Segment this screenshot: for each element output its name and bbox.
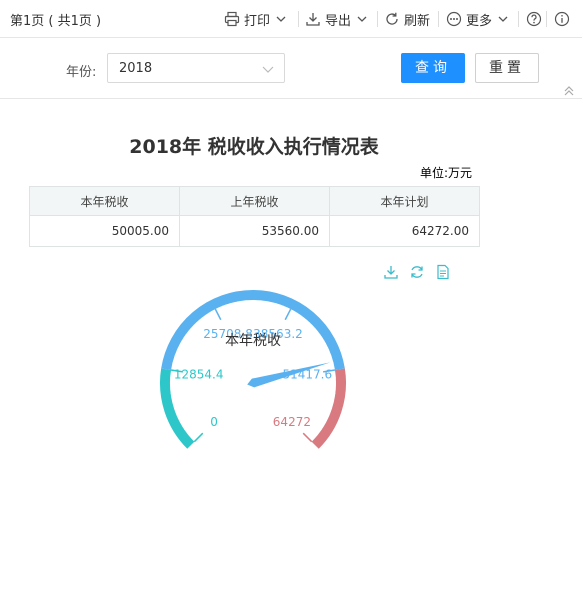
column-header: 本年税收	[29, 186, 180, 216]
more-label: 更多	[466, 13, 493, 29]
gauge-tick	[328, 399, 335, 402]
gauge-tick	[325, 354, 332, 358]
gauge-tick	[326, 406, 333, 410]
gauge-tick-label: 64272	[273, 415, 311, 429]
refresh-button[interactable]: 刷新	[384, 9, 430, 29]
gauge-tick	[310, 327, 316, 333]
gauge-tick	[181, 340, 187, 345]
save-image-icon[interactable]	[383, 264, 399, 284]
gauge-tick	[195, 322, 201, 328]
info-icon	[554, 11, 570, 27]
gauge-tick	[171, 399, 178, 402]
toolbar-divider	[518, 11, 519, 27]
column-header: 上年税收	[179, 186, 330, 216]
report-title: 2018年 税收收入执行情况表	[129, 136, 379, 158]
gauge-tick	[305, 322, 311, 328]
info-button[interactable]	[554, 9, 570, 29]
gauge-tick	[320, 419, 326, 424]
gauge-tick	[316, 425, 322, 431]
page-info: 第1页 ( 共1页 )	[10, 14, 102, 29]
gauge-tick	[244, 300, 247, 307]
help-button[interactable]	[526, 9, 542, 29]
gauge-tick	[274, 303, 277, 310]
gauge-tick	[176, 413, 183, 417]
query-button[interactable]: 查询	[401, 53, 465, 83]
report-toolbar: 第1页 ( 共1页 ) 打印 导出 刷新 更多	[0, 0, 582, 38]
gauge-tick	[229, 303, 232, 310]
gauge-tick	[266, 301, 270, 308]
gauge-tick	[280, 305, 285, 312]
toolbar-divider	[298, 11, 299, 27]
gauge-tick	[293, 312, 298, 319]
gauge-split-line	[193, 432, 204, 443]
restore-icon[interactable]	[409, 264, 425, 284]
gauge-split-line	[284, 308, 292, 321]
print-label: 打印	[244, 13, 271, 29]
refresh-label: 刷新	[404, 13, 431, 29]
printer-icon	[224, 11, 240, 27]
gauge-split-line	[302, 432, 313, 443]
filter-bar: 年份: 2018 查询 重置	[0, 38, 582, 99]
download-icon	[305, 11, 321, 27]
year-label: 年份:	[66, 65, 97, 80]
gauge-tick-label: 12854.4	[174, 367, 224, 381]
gauge-tick	[184, 425, 190, 431]
gauge-tick	[236, 301, 240, 308]
tax-revenue-table: 本年税收 上年税收 本年计划 50005.00 53560.00 64272.0…	[29, 186, 480, 247]
gauge-tick	[188, 431, 194, 437]
chevron-down-icon	[276, 15, 286, 23]
data-view-icon[interactable]	[435, 264, 451, 284]
chart-toolbox	[383, 264, 451, 284]
help-icon	[526, 11, 542, 27]
gauge-split-line	[214, 308, 222, 321]
gauge-tick	[312, 431, 318, 437]
gauge-tick	[299, 317, 305, 323]
gauge-tick	[173, 406, 180, 410]
more-button[interactable]: 更多	[446, 9, 508, 29]
toolbar-divider	[546, 11, 547, 27]
gauge-tick	[201, 317, 207, 323]
export-button[interactable]: 导出	[305, 9, 367, 29]
unit-label: 单位:万元	[420, 166, 473, 180]
gauge-tick	[190, 327, 196, 333]
year-select-value: 2018	[119, 61, 153, 76]
chevron-down-icon	[262, 63, 274, 78]
gauge-tick	[170, 392, 177, 394]
gauge-tick	[329, 392, 336, 394]
table-header-row: 本年税收 上年税收 本年计划	[29, 186, 480, 216]
gauge-tick	[322, 347, 329, 351]
gauge-tick	[177, 347, 184, 351]
chevron-down-icon	[357, 15, 367, 23]
table-cell: 50005.00	[29, 215, 180, 247]
toolbar-divider	[377, 11, 378, 27]
gauge-tick	[180, 419, 186, 424]
gauge-tick	[172, 361, 179, 365]
table-row: 50005.00 53560.00 64272.00	[29, 215, 480, 247]
column-header: 本年计划	[329, 186, 480, 216]
year-select[interactable]: 2018	[107, 53, 285, 83]
collapse-icon[interactable]	[563, 82, 575, 101]
reset-button[interactable]: 重置	[475, 53, 539, 83]
export-label: 导出	[325, 13, 352, 29]
gauge-tick	[208, 312, 213, 319]
table-cell: 64272.00	[329, 215, 480, 247]
table-cell: 53560.00	[179, 215, 330, 247]
gauge-tick	[315, 333, 321, 339]
gauge-tick	[185, 333, 191, 339]
toolbar-divider	[438, 11, 439, 27]
gauge-tick	[174, 354, 181, 358]
gauge-tick	[259, 300, 262, 307]
tax-revenue-gauge: 012854.425708.8 38563.251417.664272本年税收	[160, 290, 346, 449]
print-button[interactable]: 打印	[224, 9, 286, 29]
gauge-tick	[319, 340, 325, 345]
gauge-tick-label: 0	[210, 415, 218, 429]
chevron-down-icon	[498, 15, 508, 23]
gauge-tick	[221, 305, 226, 312]
refresh-icon	[384, 11, 400, 27]
more-icon	[446, 11, 462, 27]
gauge-tick	[327, 361, 334, 365]
gauge-tick	[323, 413, 330, 417]
gauge-title: 本年税收	[225, 333, 281, 349]
